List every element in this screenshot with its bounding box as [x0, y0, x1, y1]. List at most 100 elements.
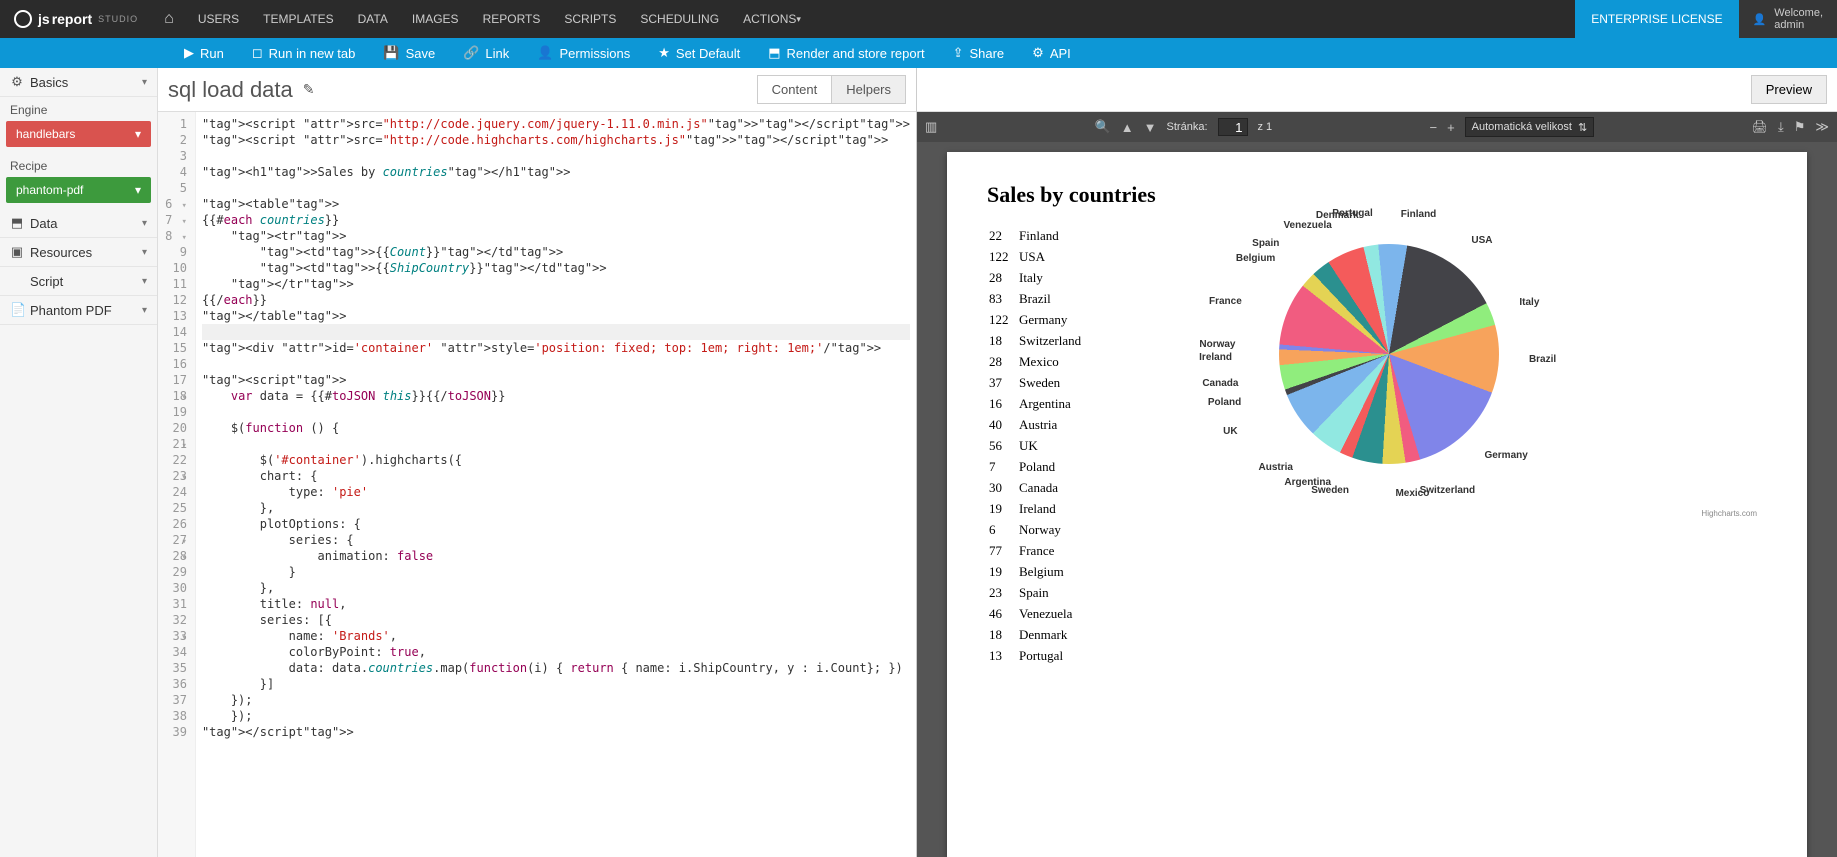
template-title: sql load data	[168, 77, 293, 103]
chart-credits: Highcharts.com	[1701, 509, 1757, 518]
line-gutter: 123456 ▾7 ▾8 ▾91011121314151617 ▾181920 …	[158, 112, 196, 857]
sidebar-data[interactable]: ⬒Data▾	[0, 209, 157, 238]
chevron-down-icon: ▾	[142, 218, 147, 229]
table-row: 77France	[989, 541, 1087, 560]
sidebar-script[interactable]: Script▾	[0, 267, 157, 296]
logo-main: report	[52, 11, 92, 27]
nav-templates[interactable]: TEMPLATES	[251, 0, 345, 38]
box-icon: ▣	[10, 244, 24, 260]
pdf-viewer[interactable]: Sales by countries 22Finland122USA28Ital…	[917, 142, 1837, 857]
sidebar-phantom-pdf[interactable]: 📄Phantom PDF▾	[0, 296, 157, 325]
pie-label: Mexico	[1395, 488, 1429, 499]
engine-label: Engine	[0, 97, 157, 119]
page-input[interactable]	[1218, 118, 1248, 136]
share-icon: ⇪	[953, 45, 964, 61]
page-up-icon[interactable]: ▲	[1121, 120, 1134, 135]
bookmark-icon[interactable]: ⚑	[1794, 119, 1806, 135]
db-icon: ⬒	[768, 45, 780, 61]
table-row: 28Mexico	[989, 352, 1087, 371]
chevron-down-icon: ▾	[142, 77, 147, 88]
table-row: 40Austria	[989, 415, 1087, 434]
tab-helpers[interactable]: Helpers	[832, 75, 906, 104]
chevron-down-icon: ▾	[142, 247, 147, 258]
tab-preview[interactable]: Preview	[1751, 75, 1827, 104]
zoom-select[interactable]: Automatická velikost⇅	[1465, 117, 1594, 137]
code-content[interactable]: "tag"><script "attr">src="http://code.jq…	[196, 112, 916, 857]
rename-icon[interactable]: ✎	[303, 81, 315, 98]
search-icon[interactable]: 🔍	[1095, 119, 1111, 135]
nav-data[interactable]: DATA	[346, 0, 400, 38]
sidebar-resources[interactable]: ▣Resources▾	[0, 238, 157, 267]
main: ⚙ Basics ▾ Engine handlebars ▾ Recipe ph…	[0, 68, 1837, 857]
page-label: Stránka:	[1167, 121, 1208, 133]
topbar-right: ENTERPRISE LICENSE 👤 Welcome,admin	[1575, 0, 1837, 38]
download-icon[interactable]: ⤓	[1778, 119, 1784, 135]
gear-icon: ⚙	[10, 74, 24, 90]
page-down-icon[interactable]: ▼	[1144, 120, 1157, 135]
zoom-in-icon[interactable]: +	[1447, 120, 1455, 135]
action-permissions[interactable]: 👤Permissions	[523, 38, 644, 68]
table-row: 122USA	[989, 247, 1087, 266]
pie-label: Austria	[1259, 462, 1293, 473]
link-icon: 🔗	[463, 45, 479, 61]
db-icon: ⬒	[10, 215, 24, 231]
zoom-out-icon[interactable]: −	[1429, 120, 1437, 135]
table-row: 18Denmark	[989, 625, 1087, 644]
pie-label: USA	[1471, 235, 1492, 246]
nav-images[interactable]: IMAGES	[400, 0, 471, 38]
table-row: 19Belgium	[989, 562, 1087, 581]
nav-users[interactable]: USERS	[186, 0, 251, 38]
save-icon: 💾	[383, 45, 399, 61]
table-row: 28Italy	[989, 268, 1087, 287]
pie-label: Belgium	[1236, 253, 1275, 264]
action-set-default[interactable]: ★Set Default	[644, 38, 754, 68]
action-run-in-new-tab[interactable]: ◻Run in new tab	[238, 38, 370, 68]
pdf-page: Sales by countries 22Finland122USA28Ital…	[947, 152, 1807, 857]
editor-tabs: Content Helpers	[757, 75, 906, 104]
user-menu[interactable]: 👤 Welcome,admin	[1739, 0, 1837, 38]
table-row: 37Sweden	[989, 373, 1087, 392]
table-row: 18Switzerland	[989, 331, 1087, 350]
pie-label: Spain	[1252, 238, 1279, 249]
page-total: z 1	[1258, 121, 1273, 133]
nav-actions[interactable]: ACTIONS ▾	[731, 0, 813, 38]
table-row: 19Ireland	[989, 499, 1087, 518]
recipe-select[interactable]: phantom-pdf ▾	[6, 177, 151, 203]
logo[interactable]: jsreport STUDIO	[0, 10, 152, 28]
enterprise-license[interactable]: ENTERPRISE LICENSE	[1575, 0, 1738, 38]
action-link[interactable]: 🔗Link	[449, 38, 523, 68]
nav-scripts[interactable]: SCRIPTS	[552, 0, 628, 38]
top-nav: ⌂ USERSTEMPLATESDATAIMAGESREPORTSSCRIPTS…	[152, 0, 813, 38]
action-render-and-store-report[interactable]: ⬒Render and store report	[754, 38, 938, 68]
user-icon: 👤	[537, 45, 553, 61]
nav-reports[interactable]: REPORTS	[471, 0, 553, 38]
pie-label: Norway	[1199, 339, 1235, 350]
play-icon: ▶	[184, 45, 194, 61]
engine-select[interactable]: handlebars ▾	[6, 121, 151, 147]
action-api[interactable]: ⚙API	[1018, 38, 1085, 68]
print-icon[interactable]: 🖨	[1751, 119, 1768, 135]
pie-label: Italy	[1519, 297, 1539, 308]
sidebar-basics[interactable]: ⚙ Basics ▾	[0, 68, 157, 97]
star-icon: ★	[658, 45, 670, 61]
tools-icon[interactable]: ≫	[1815, 119, 1829, 135]
sidebar: ⚙ Basics ▾ Engine handlebars ▾ Recipe ph…	[0, 68, 158, 857]
pie-label: Finland	[1401, 209, 1437, 220]
report-title: Sales by countries	[987, 182, 1767, 208]
nav-home[interactable]: ⌂	[152, 0, 186, 38]
sidebar-toggle-icon[interactable]: ▥	[925, 119, 937, 135]
pdf-toolbar: ▥ 🔍 ▲ ▼ Stránka: z 1 − + Automatická vel…	[917, 112, 1837, 142]
logo-prefix: js	[38, 11, 50, 27]
table-row: 16Argentina	[989, 394, 1087, 413]
pie-label: Poland	[1208, 397, 1241, 408]
tab-content[interactable]: Content	[757, 75, 833, 104]
action-run[interactable]: ▶Run	[170, 38, 238, 68]
chevron-down-icon: ▾	[135, 127, 141, 141]
pie-label: Ireland	[1199, 352, 1232, 363]
nav-scheduling[interactable]: SCHEDULING	[628, 0, 731, 38]
action-save[interactable]: 💾Save	[369, 38, 449, 68]
chevron-down-icon: ▾	[135, 183, 141, 197]
code-editor[interactable]: 123456 ▾7 ▾8 ▾91011121314151617 ▾181920 …	[158, 112, 916, 857]
pie-label: Canada	[1202, 378, 1238, 389]
action-share[interactable]: ⇪Share	[939, 38, 1019, 68]
